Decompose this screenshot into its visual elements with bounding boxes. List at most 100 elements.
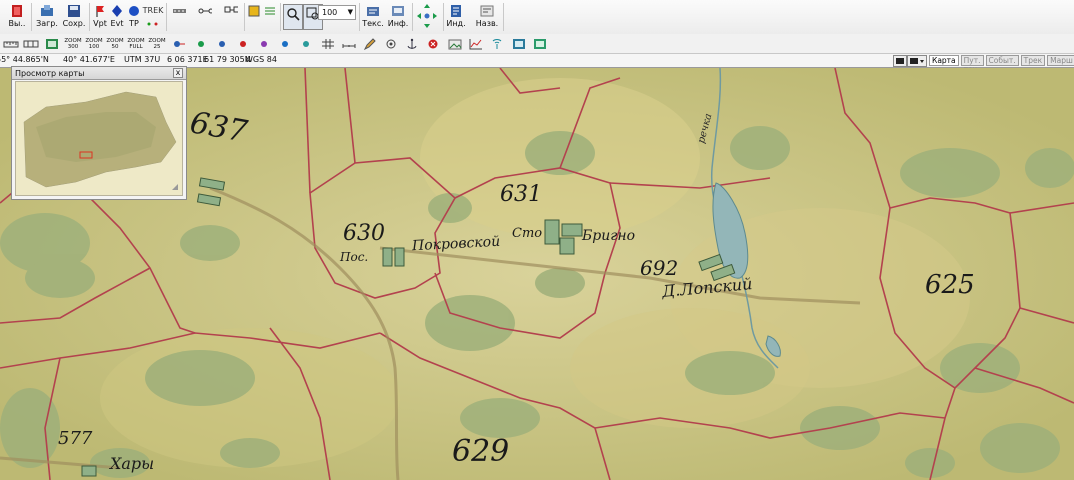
zoom-full-label: ZOOM FULL xyxy=(127,37,145,50)
parcel-label-629: 629 xyxy=(452,434,510,469)
delete-button[interactable] xyxy=(423,35,443,52)
profile-button[interactable] xyxy=(466,35,486,52)
event-label: Evt xyxy=(110,19,124,28)
event-diamond-icon xyxy=(110,4,124,18)
map-list-button[interactable] xyxy=(42,35,62,52)
separator xyxy=(89,3,90,31)
layer-button-1[interactable] xyxy=(247,2,261,32)
zoom-50-label: ZOOM 50 xyxy=(106,37,124,50)
window-menu-button[interactable] xyxy=(907,55,927,67)
photo-button[interactable] xyxy=(445,35,465,52)
gps-tool-1-icon xyxy=(198,40,204,47)
gps-tool-4-button[interactable] xyxy=(254,35,274,52)
track-point-label: TP xyxy=(129,19,139,28)
names-label: Назв. xyxy=(475,19,499,28)
track-point-button[interactable]: TP xyxy=(126,2,142,32)
gps-tool-3-button[interactable] xyxy=(233,35,253,52)
tab-map[interactable]: Карта xyxy=(929,55,959,66)
zoom-select[interactable]: 100 ▼ xyxy=(318,5,356,20)
zoom-25-label: ZOOM 25 xyxy=(148,37,166,50)
info-button[interactable]: Инф. xyxy=(388,2,408,32)
pan-button[interactable] xyxy=(415,2,439,32)
tab-waypoints[interactable]: Пут. точ. xyxy=(960,55,984,74)
info-icon xyxy=(391,4,405,18)
save-button[interactable]: Сохр. xyxy=(62,2,86,32)
text-button[interactable]: Текс. xyxy=(362,2,384,32)
names-button[interactable]: Назв. xyxy=(475,2,499,32)
event-button[interactable]: Evt xyxy=(109,2,125,32)
window-toggle-button[interactable] xyxy=(893,55,907,67)
trek-points-icon xyxy=(146,17,160,31)
load-icon xyxy=(40,4,54,18)
signal-button[interactable] xyxy=(487,35,507,52)
zoom-value: 100 xyxy=(322,8,338,17)
map-label-sto: Сто xyxy=(512,226,543,241)
gps-tool-6-icon xyxy=(303,40,309,47)
index-button[interactable]: Инд. xyxy=(446,2,466,32)
window-icon xyxy=(896,58,904,64)
overview-minimap[interactable] xyxy=(15,81,183,196)
waypoint-button[interactable]: Vpt xyxy=(92,2,108,32)
import-button[interactable] xyxy=(530,35,550,52)
zoom-50-button[interactable]: ZOOM 50 xyxy=(105,35,125,52)
tab-events[interactable]: Событ. xyxy=(985,55,1019,66)
layer-color-icon xyxy=(247,4,261,18)
exit-button[interactable]: Вы.. xyxy=(6,2,28,32)
index-icon xyxy=(449,4,463,18)
tab-route[interactable]: Марш xyxy=(1047,55,1074,66)
zoom-100-button[interactable]: ZOOM 100 xyxy=(84,35,104,52)
target-button[interactable] xyxy=(381,35,401,52)
gps-tool-1-button[interactable] xyxy=(191,35,211,52)
scale-toggle-button[interactable] xyxy=(339,35,359,52)
separator xyxy=(166,3,167,31)
grid-toggle-button[interactable] xyxy=(318,35,338,52)
profile-chart-icon xyxy=(469,38,482,49)
parcel-label-692: 692 xyxy=(640,256,679,280)
zoom-in-button[interactable] xyxy=(283,4,303,30)
panel-titlebar[interactable]: Просмотр карты x xyxy=(12,67,186,80)
gps-tool-5-button[interactable] xyxy=(275,35,295,52)
road-tool-button[interactable] xyxy=(170,2,188,32)
anchor-icon xyxy=(407,38,417,49)
gps-button[interactable] xyxy=(169,35,189,52)
zoom-full-button[interactable]: ZOOM FULL xyxy=(126,35,146,52)
magnifier-icon xyxy=(286,7,300,21)
measure-button[interactable] xyxy=(21,35,41,52)
import-icon xyxy=(534,38,546,49)
zoom-25-button[interactable]: ZOOM 25 xyxy=(147,35,167,52)
gps-tool-2-button[interactable] xyxy=(212,35,232,52)
layer-button-2[interactable] xyxy=(263,2,277,32)
view-tabs: Карта Пут. точ. Событ. Трек Марш xyxy=(929,55,1074,74)
map-label-khary: Хары xyxy=(110,454,155,473)
panel-close-button[interactable]: x xyxy=(173,68,183,78)
gps-tool-5-icon xyxy=(282,40,288,47)
longitude-readout: 40° 41.677'E xyxy=(63,55,115,64)
pencil-button[interactable] xyxy=(360,35,380,52)
ruler-icon xyxy=(3,41,19,47)
trek-button[interactable]: TREK xyxy=(143,2,163,32)
delete-icon xyxy=(428,39,438,48)
route-tool-button[interactable] xyxy=(196,2,214,32)
parcel-label-625: 625 xyxy=(925,270,975,300)
map-label-brigno: Бригно xyxy=(582,228,635,244)
separator xyxy=(244,3,245,31)
ruler-button[interactable] xyxy=(1,35,21,52)
zoom-100-label: ZOOM 100 xyxy=(85,37,103,50)
pencil-icon xyxy=(363,37,376,50)
window-menu-icon xyxy=(910,58,924,64)
exit-icon xyxy=(10,4,24,18)
zoom-300-button[interactable]: ZOOM 300 xyxy=(63,35,83,52)
utm-zone-readout: UTM 37U xyxy=(124,55,161,64)
route-edit-button[interactable] xyxy=(222,2,240,32)
tab-track[interactable]: Трек xyxy=(1020,55,1046,66)
anchor-button[interactable] xyxy=(402,35,422,52)
gps-tool-6-button[interactable] xyxy=(296,35,316,52)
road-icon xyxy=(172,4,186,18)
save-icon xyxy=(67,4,81,18)
load-button[interactable]: Загр. xyxy=(35,2,59,32)
map-label-pos: Пос. xyxy=(340,250,369,264)
map-list-icon xyxy=(46,38,58,49)
gps-tool-4-icon xyxy=(261,40,267,47)
export-button[interactable] xyxy=(509,35,529,52)
track-point-icon xyxy=(127,4,141,18)
